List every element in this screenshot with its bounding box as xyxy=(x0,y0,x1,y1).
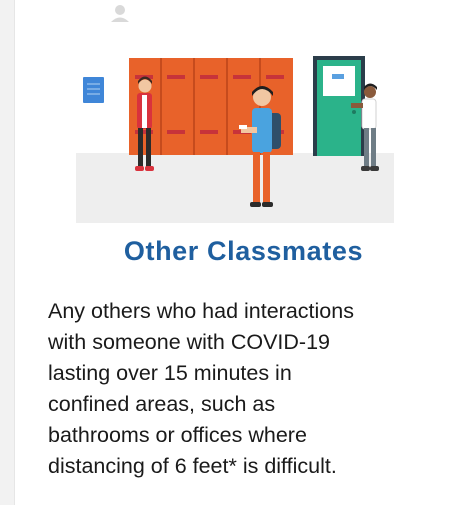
description-line: distancing of 6 feet* is difficult. xyxy=(48,454,337,478)
info-card: Other Classmates Any others who had inte… xyxy=(14,0,471,505)
description-line: confined areas, such as xyxy=(48,392,276,416)
card-description: Any others who had interactions with som… xyxy=(48,296,468,482)
description-line: bathrooms or offices where xyxy=(48,423,307,447)
hallway-floor xyxy=(76,153,394,223)
description-line: Any others who had interactions xyxy=(48,299,354,323)
school-hallway-illustration xyxy=(76,5,394,223)
card-title: Other Classmates xyxy=(123,236,364,266)
poster-icon xyxy=(83,77,104,103)
description-line: with someone with COVID-19 xyxy=(48,330,330,354)
person-icon xyxy=(111,5,129,22)
description-line: lasting over 15 minutes in xyxy=(48,361,292,385)
